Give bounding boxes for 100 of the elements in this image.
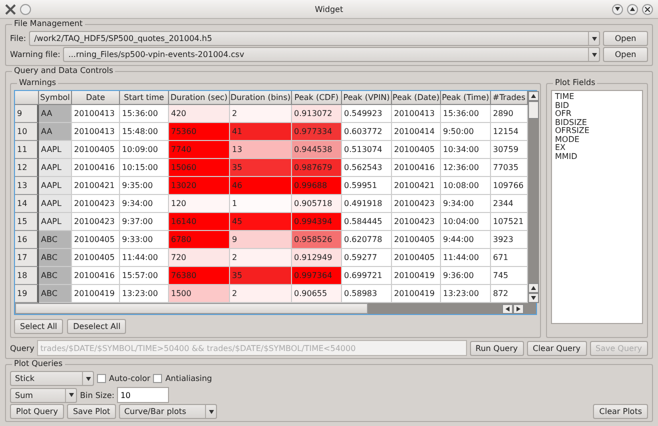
scroll-thumb[interactable]: [15, 303, 368, 314]
horizontal-scrollbar[interactable]: [15, 303, 536, 314]
row-header[interactable]: 12: [15, 159, 39, 177]
table-cell: 9:37:00: [120, 213, 169, 231]
column-header[interactable]: Peak (Date): [392, 91, 441, 105]
table-cell: 20100413: [72, 123, 120, 141]
column-header[interactable]: Peak (CDF): [292, 91, 342, 105]
query-label: Query: [10, 344, 34, 352]
table-cell: 109766: [491, 177, 528, 195]
query-button[interactable]: Run Query: [470, 340, 524, 356]
open-button[interactable]: Open: [603, 31, 648, 46]
row-header[interactable]: 17: [15, 249, 39, 267]
table-cell: 9:33:00: [120, 231, 169, 249]
column-header[interactable]: #Trades: [491, 91, 528, 105]
query-button[interactable]: Clear Query: [526, 340, 586, 356]
minimize-button[interactable]: [612, 4, 623, 14]
row-header[interactable]: 13: [15, 177, 39, 195]
table-cell: 77035: [491, 159, 528, 177]
dropdown-arrow-icon: [68, 393, 74, 397]
scroll-up-icon: [531, 94, 536, 98]
table-cell: 20100423: [392, 213, 441, 231]
checkbox-label: Antialiasing: [165, 374, 212, 383]
plot-query-button[interactable]: Plot Query: [10, 404, 64, 419]
list-item[interactable]: TIME: [555, 93, 639, 102]
row-header[interactable]: 9: [15, 105, 39, 123]
table-cell: 0.620778: [342, 231, 392, 249]
table-cell: 0.58983: [342, 285, 392, 303]
row-header[interactable]: 19: [15, 285, 39, 303]
column-header[interactable]: Start time: [120, 91, 169, 105]
table-cell: 11:44:00: [441, 249, 491, 267]
table-cell: 0.958526: [292, 231, 342, 249]
column-header[interactable]: Date: [72, 91, 120, 105]
table-cell: AA: [39, 123, 72, 141]
aggregate-combo[interactable]: Sum: [10, 388, 77, 402]
table-cell: 9:50:00: [441, 123, 491, 141]
warning-file-label: Warning file:: [10, 50, 60, 59]
table-cell: 1: [230, 195, 292, 213]
table-cell: 35: [230, 267, 292, 285]
table-cell: 15:57:00: [120, 267, 169, 285]
list-item[interactable]: OFR: [555, 110, 639, 118]
list-item[interactable]: MODE: [555, 136, 639, 144]
table-cell: AAPL: [39, 159, 72, 177]
row-header[interactable]: 15: [15, 213, 39, 231]
list-item[interactable]: BID: [555, 102, 639, 110]
row-header[interactable]: 16: [15, 231, 39, 249]
list-item[interactable]: BIDSIZE: [555, 118, 639, 127]
style-combo[interactable]: Stick: [10, 371, 94, 386]
vertical-scrollbar[interactable]: [528, 91, 539, 303]
column-header[interactable]: Symbol: [39, 91, 72, 105]
table-cell: 13: [230, 141, 292, 159]
table-cell: 20100405: [392, 231, 441, 249]
table-cell: 11:44:00: [120, 249, 169, 267]
table-cell: 10:08:00: [441, 177, 491, 195]
select-button[interactable]: Select All: [14, 319, 64, 334]
list-item[interactable]: EX: [555, 144, 639, 152]
open-button[interactable]: Open: [603, 47, 648, 62]
query-field[interactable]: trades/$DATE/$SYMBOL/TIME>50400 && trades/$DATE/$SYMBOL/TIME<54000: [37, 340, 467, 356]
save-plot-button[interactable]: Save Plot: [66, 404, 116, 419]
maximize-button[interactable]: [627, 4, 638, 14]
table-cell: 20100421: [392, 177, 441, 195]
row-header[interactable]: 11: [15, 141, 39, 159]
row-header[interactable]: 14: [15, 195, 39, 213]
column-header[interactable]: Peak (VPIN): [342, 91, 392, 105]
table-cell: 0.913072: [292, 105, 342, 123]
table-cell: 20100416: [392, 159, 441, 177]
auto-color-checkbox[interactable]: [97, 374, 106, 383]
checkbox-label: Auto-color: [109, 374, 150, 383]
column-header[interactable]: Peak (Time): [441, 91, 491, 105]
clear-plots-button[interactable]: Clear Plots: [593, 404, 648, 419]
dropdown-arrow-icon: [86, 376, 90, 380]
bin-size-label: Bin Size:: [80, 390, 114, 400]
bin-size-field[interactable]: 10: [117, 387, 170, 403]
table-cell: 20100416: [72, 159, 120, 177]
corner-header: [15, 91, 39, 105]
group-title: Query and Data Controls: [12, 66, 116, 75]
file-combo[interactable]: /work2/TAQ_HDF5/SP500_quotes_201004.h5: [29, 31, 600, 46]
table-cell: 9:44:00: [441, 231, 491, 249]
table-cell: 15060: [169, 159, 230, 177]
column-header[interactable]: Duration (sec): [169, 91, 230, 105]
table-cell: 671: [491, 249, 528, 267]
close-button[interactable]: [642, 4, 653, 14]
row-header[interactable]: 10: [15, 123, 39, 141]
scroll-thumb[interactable]: [528, 101, 539, 119]
warning-file-combo[interactable]: ...rning_Files/sp500-vpin-events-201004.csv: [63, 47, 600, 62]
antialiasing-checkbox[interactable]: [153, 374, 162, 383]
row-header[interactable]: 18: [15, 267, 39, 285]
dropdown-arrow-icon: [208, 410, 214, 414]
table-cell: AA: [39, 105, 72, 123]
select-button[interactable]: Deselect All: [67, 319, 126, 334]
table-cell: 0.491918: [342, 195, 392, 213]
table-cell: 41: [230, 123, 292, 141]
column-header[interactable]: Duration (bins): [230, 91, 292, 105]
list-item[interactable]: MMID: [555, 152, 639, 161]
table-cell: 20100414: [392, 123, 441, 141]
plot-type-combo[interactable]: Curve/Bar plots: [119, 404, 218, 419]
table-cell: 20100405: [72, 231, 120, 249]
table-cell: 1500: [169, 285, 230, 303]
table-cell: 10:04:00: [441, 213, 491, 231]
list-item[interactable]: OFRSIZE: [555, 127, 639, 136]
table-cell: 45: [230, 213, 292, 231]
